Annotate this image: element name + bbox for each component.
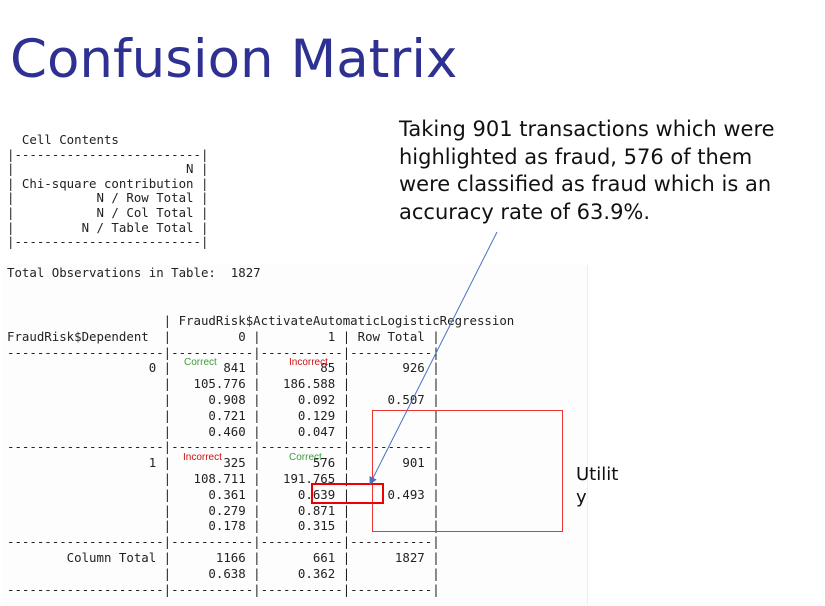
callout-arrow (369, 231, 498, 485)
callout-arrow-line (369, 231, 498, 485)
